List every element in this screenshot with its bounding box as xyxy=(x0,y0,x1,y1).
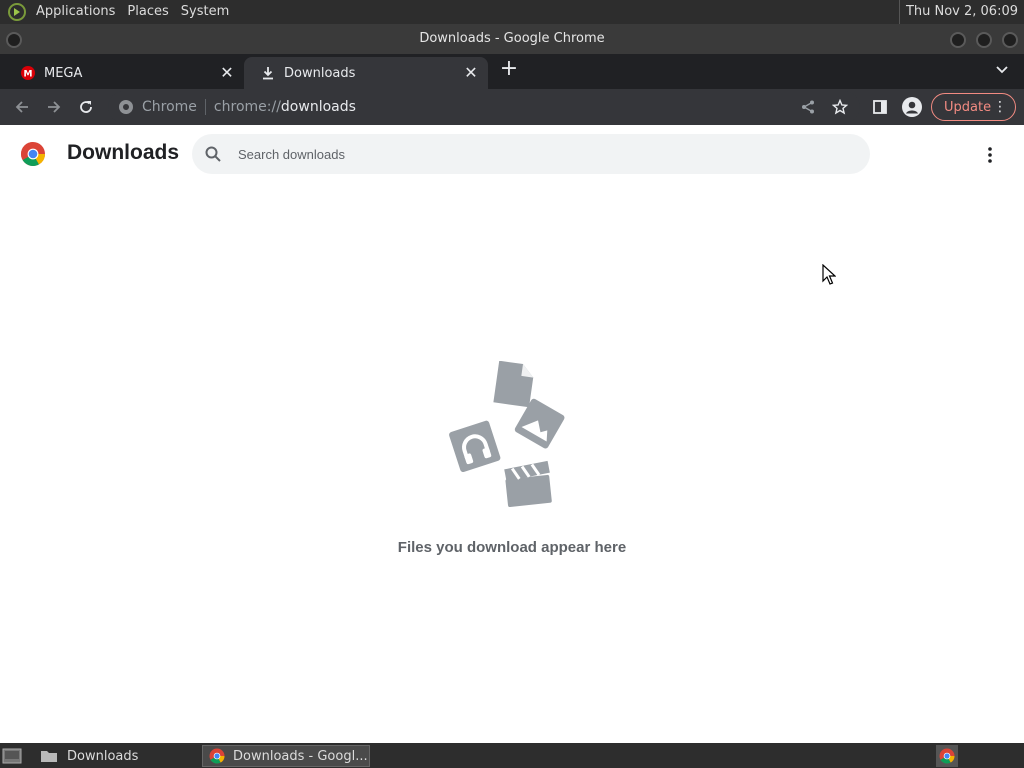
new-tab-button[interactable]: + xyxy=(499,58,519,80)
taskbar-item-file-manager[interactable]: Downloads xyxy=(34,745,200,767)
close-tab-icon[interactable]: ✕ xyxy=(220,65,234,81)
window-title: Downloads - Google Chrome xyxy=(419,31,605,46)
tray-chrome-icon[interactable] xyxy=(936,745,958,767)
url-scheme: chrome:// xyxy=(213,99,281,115)
update-button[interactable]: Update ⋮ xyxy=(931,93,1016,121)
site-label: Chrome xyxy=(142,99,197,115)
share-icon[interactable] xyxy=(800,99,816,119)
chrome-logo-icon xyxy=(20,141,46,167)
more-vert-icon xyxy=(988,147,992,163)
chrome-icon xyxy=(209,748,225,764)
arrow-left-icon xyxy=(15,101,28,113)
back-button[interactable] xyxy=(12,97,32,117)
omnibox-divider xyxy=(204,99,206,115)
address-bar[interactable]: Chrome chrome:// downloads xyxy=(108,91,860,123)
mega-favicon-icon: M xyxy=(20,65,36,81)
arrow-right-icon xyxy=(48,101,61,113)
tab-strip: M MEGA ✕ Downloads ✕ + xyxy=(0,54,1024,89)
chrome-site-icon xyxy=(118,99,134,119)
empty-downloads-illustration xyxy=(448,360,576,511)
profile-icon xyxy=(902,97,922,117)
folder-icon xyxy=(41,751,57,762)
window-menu-button[interactable] xyxy=(6,32,22,48)
url-host: downloads xyxy=(280,99,356,115)
bookmark-star-icon[interactable] xyxy=(831,98,849,119)
more-actions-button[interactable] xyxy=(980,145,1000,165)
reload-icon xyxy=(80,101,92,113)
system-top-panel: Applications Places System Thu Nov 2, 06… xyxy=(0,0,1024,24)
profile-button[interactable] xyxy=(902,97,922,117)
browser-toolbar: Chrome chrome:// downloads Update ⋮ xyxy=(0,89,1024,125)
taskbar-item-chrome[interactable]: Downloads - Googl... xyxy=(202,745,370,767)
search-downloads-field[interactable] xyxy=(192,134,870,174)
bottom-taskbar: Downloads Downloads - Googl... xyxy=(0,743,1024,768)
show-desktop-icon[interactable] xyxy=(0,745,24,767)
forward-button[interactable] xyxy=(44,97,64,117)
search-icon xyxy=(205,146,221,162)
close-window-button[interactable] xyxy=(1002,32,1018,48)
downloads-page: Downloads Search downloads Files you dow… xyxy=(0,125,1024,743)
svg-text:M: M xyxy=(24,70,33,80)
taskbar-item-label: Downloads - Googl... xyxy=(233,748,368,764)
side-panel-button[interactable] xyxy=(870,97,890,117)
menu-places[interactable]: Places xyxy=(123,0,176,24)
side-panel-icon xyxy=(873,100,887,114)
close-tab-icon[interactable]: ✕ xyxy=(464,65,478,81)
distro-logo-icon[interactable] xyxy=(6,1,28,23)
tab-downloads[interactable]: Downloads ✕ xyxy=(244,57,488,89)
page-title: Downloads xyxy=(67,141,180,164)
downloads-toolbar: Downloads xyxy=(0,125,1024,181)
tab-mega[interactable]: M MEGA ✕ xyxy=(0,57,244,89)
tab-search-icon[interactable] xyxy=(994,61,1010,77)
update-label: Update xyxy=(944,99,992,115)
download-icon xyxy=(260,65,276,81)
tab-label: Downloads xyxy=(284,65,356,81)
more-vert-icon: ⋮ xyxy=(993,99,1007,115)
empty-state-message: Files you download appear here xyxy=(397,539,627,556)
menu-system[interactable]: System xyxy=(177,0,237,24)
reload-button[interactable] xyxy=(76,97,96,117)
maximize-button[interactable] xyxy=(976,32,992,48)
mouse-cursor-icon xyxy=(822,263,837,286)
tab-label: MEGA xyxy=(44,65,83,81)
search-downloads-input[interactable] xyxy=(238,146,838,162)
window-titlebar[interactable]: Downloads - Google Chrome xyxy=(0,24,1024,54)
clock[interactable]: Thu Nov 2, 06:09 xyxy=(898,0,1024,24)
taskbar-item-label: Downloads xyxy=(67,748,139,764)
minimize-button[interactable] xyxy=(950,32,966,48)
menu-applications[interactable]: Applications xyxy=(32,0,123,24)
